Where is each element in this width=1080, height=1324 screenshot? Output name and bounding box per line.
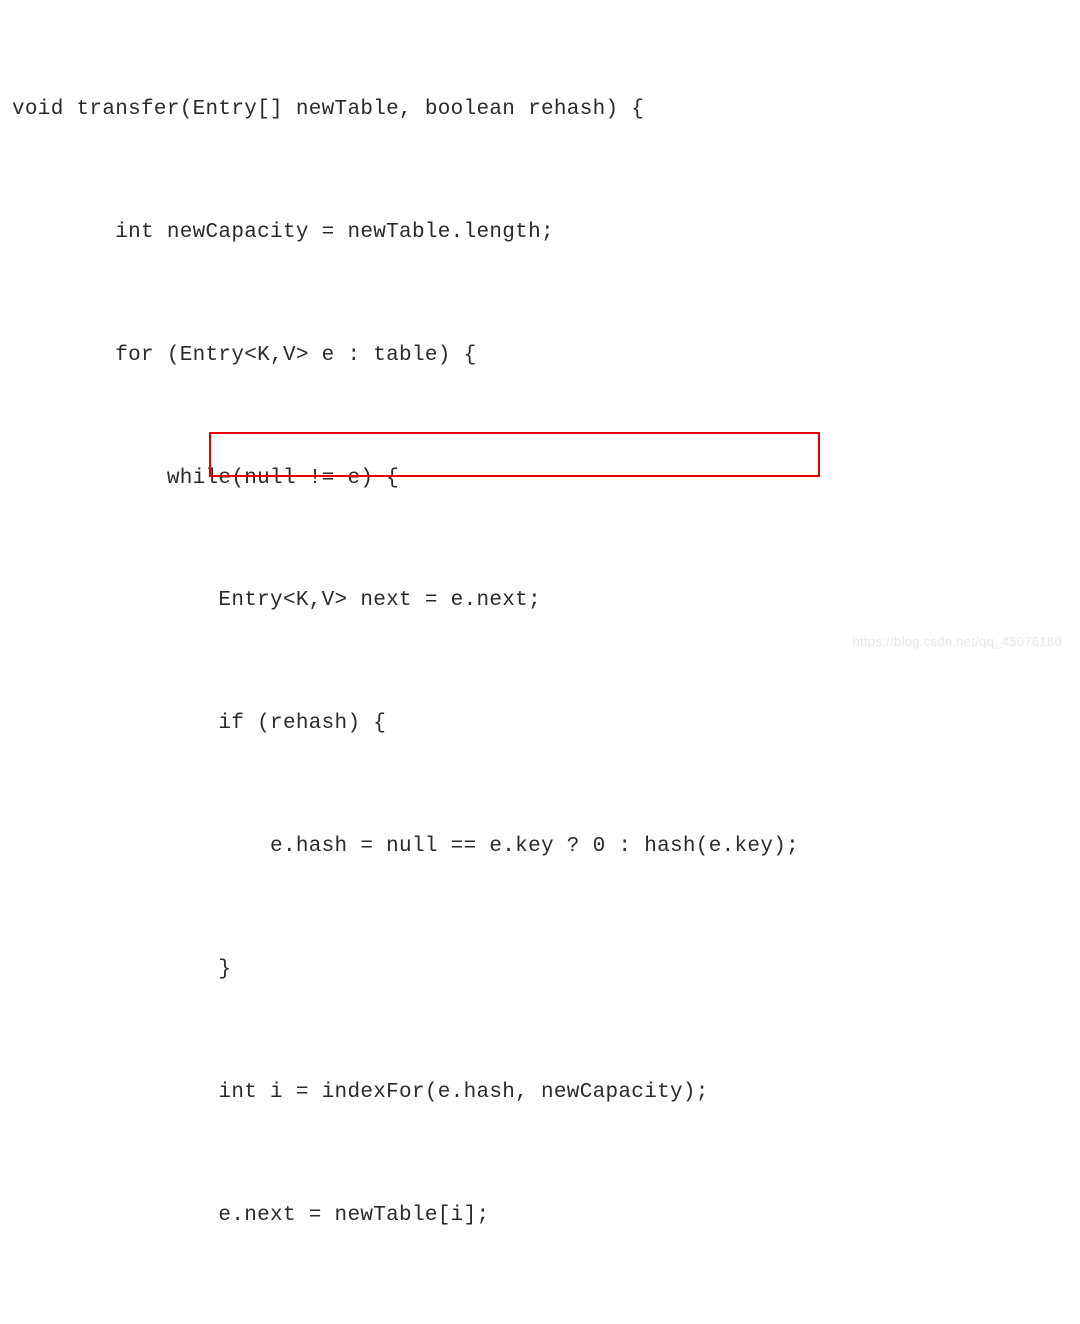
code-line: void transfer(Entry[] newTable, boolean …: [12, 90, 1080, 131]
code-line: int i = indexFor(e.hash, newCapacity);: [12, 1073, 1080, 1114]
code-line: e.hash = null == e.key ? 0 : hash(e.key)…: [12, 827, 1080, 868]
code-block: void transfer(Entry[] newTable, boolean …: [12, 8, 1080, 1324]
code-line: Entry<K,V> next = e.next;: [12, 581, 1080, 622]
code-line: }: [12, 950, 1080, 991]
watermark-text: https://blog.csdn.net/qq_45076180: [853, 629, 1062, 654]
code-line: e.next = newTable[i];: [12, 1196, 1080, 1237]
code-line: int newCapacity = newTable.length;: [12, 213, 1080, 254]
code-line: newTable[i] = e; // 线程A在这里挂起: [12, 1319, 1080, 1324]
code-line: for (Entry<K,V> e : table) {: [12, 336, 1080, 377]
code-line: if (rehash) {: [12, 704, 1080, 745]
code-line: while(null != e) {: [12, 459, 1080, 500]
